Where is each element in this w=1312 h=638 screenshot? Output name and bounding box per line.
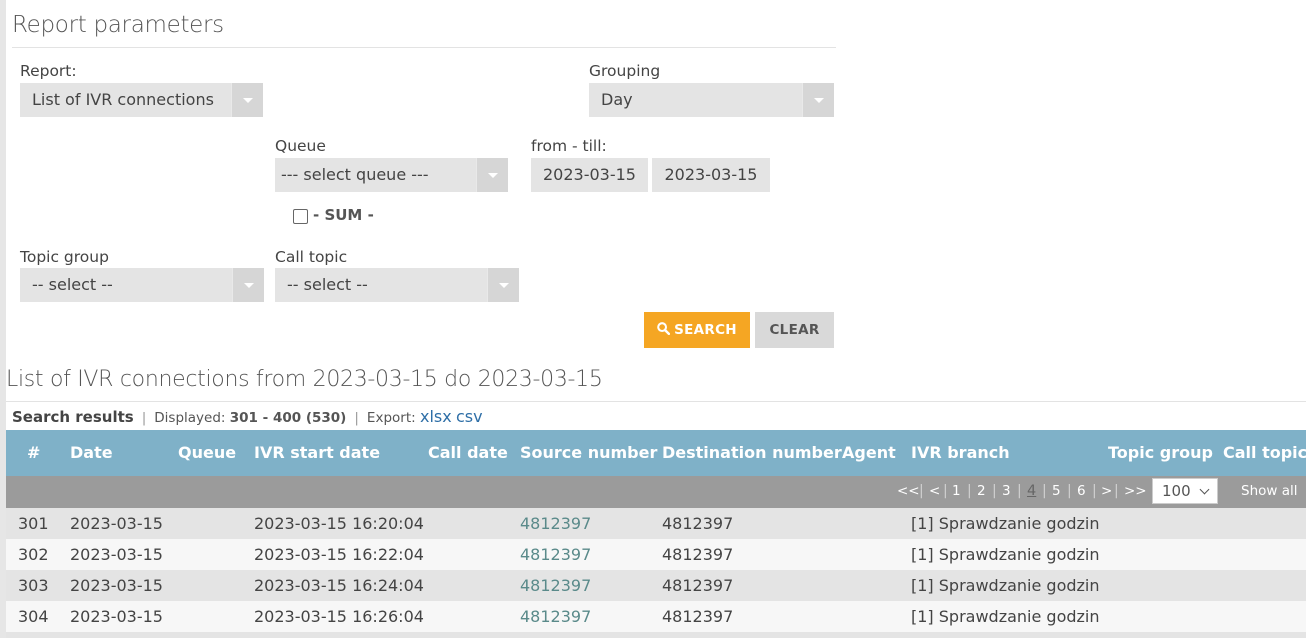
pager-page-5[interactable]: 5: [1052, 476, 1061, 506]
table-row: 301 2023-03-15 2023-03-15 16:20:04 48123…: [6, 508, 1306, 539]
col-topic-group[interactable]: Topic group: [1108, 430, 1213, 476]
results-bar: Search results | Displayed: 301 - 400 (530…: [12, 407, 483, 426]
grouping-select[interactable]: Day: [589, 83, 834, 117]
pagination: << | < | 1 | 2 | 3 | 4 | 5 | 6 | > | >> …: [6, 476, 1306, 508]
pager-first[interactable]: <<: [897, 476, 920, 506]
date-till-input[interactable]: 2023-03-15: [652, 158, 770, 192]
pager-page-4-current[interactable]: 4: [1027, 476, 1036, 506]
col-queue[interactable]: Queue: [178, 430, 236, 476]
pager-next[interactable]: >: [1101, 476, 1112, 506]
col-call-date[interactable]: Call date: [428, 430, 508, 476]
grouping-select-value: Day: [601, 90, 633, 109]
cell-number: 304: [18, 607, 49, 626]
chevron-down-icon: [487, 268, 519, 302]
pager-page-1[interactable]: 1: [952, 476, 961, 506]
cell-ivr-branch: [1] Sprawdzanie godzin: [911, 514, 1100, 533]
col-ivr-start-date[interactable]: IVR start date: [254, 430, 380, 476]
cell-source-number[interactable]: 4812397: [520, 570, 591, 601]
results-divider: [6, 401, 1306, 402]
page-title: Report parameters: [12, 12, 224, 38]
col-destination-number[interactable]: Destination number: [662, 430, 842, 476]
chevron-down-icon: [802, 83, 834, 117]
call-topic-label: Call topic: [275, 248, 348, 266]
pager-page-3[interactable]: 3: [1002, 476, 1011, 506]
pager-last[interactable]: >>: [1124, 476, 1147, 506]
call-topic-select[interactable]: -- select --: [275, 268, 519, 302]
per-page-value: 100: [1162, 482, 1191, 500]
search-results-label: Search results: [12, 408, 134, 426]
topic-group-select-value: -- select --: [32, 275, 113, 294]
cell-date: 2023-03-15: [70, 607, 163, 626]
cell-number: 302: [18, 545, 49, 564]
search-icon: [657, 322, 671, 336]
col-date[interactable]: Date: [70, 430, 113, 476]
table-row-partial: [6, 632, 1306, 638]
chevron-down-icon: [232, 268, 264, 302]
report-select-value: List of IVR connections: [32, 90, 214, 109]
sum-checkbox[interactable]: [293, 209, 308, 224]
cell-destination-number: 4812397: [662, 514, 734, 533]
cell-source-number[interactable]: 4812397: [520, 539, 591, 570]
pager-page-6[interactable]: 6: [1077, 476, 1086, 506]
report-select[interactable]: List of IVR connections: [20, 83, 263, 117]
title-divider: [12, 47, 836, 48]
chevron-down-icon: [1199, 484, 1210, 495]
cell-date: 2023-03-15: [70, 545, 163, 564]
grouping-label: Grouping: [589, 62, 661, 80]
per-page-select[interactable]: 100: [1152, 478, 1218, 504]
export-xlsx-link[interactable]: xlsx: [420, 407, 452, 426]
chevron-down-icon: [231, 83, 263, 117]
col-call-topic[interactable]: Call topic: [1223, 430, 1307, 476]
clear-button[interactable]: CLEAR: [755, 312, 834, 348]
topic-group-select[interactable]: -- select --: [20, 268, 264, 302]
queue-select-value: --- select queue ---: [281, 165, 429, 184]
col-ivr-branch[interactable]: IVR branch: [911, 430, 1010, 476]
from-till-label: from - till:: [531, 137, 607, 155]
col-source-number[interactable]: Source number: [520, 430, 657, 476]
cell-ivr-start-date: 2023-03-15 16:26:04: [254, 607, 424, 626]
displayed-label: Displayed:: [154, 410, 226, 426]
chevron-down-icon: [476, 158, 508, 192]
queue-label: Queue: [275, 137, 326, 155]
cell-date: 2023-03-15: [70, 576, 163, 595]
cell-ivr-branch: [1] Sprawdzanie godzin: [911, 576, 1100, 595]
export-label: Export:: [366, 410, 416, 426]
table-row: 302 2023-03-15 2023-03-15 16:22:04 48123…: [6, 539, 1306, 570]
export-csv-link[interactable]: csv: [456, 407, 483, 426]
cell-destination-number: 4812397: [662, 545, 734, 564]
topic-group-label: Topic group: [20, 248, 109, 266]
cell-ivr-start-date: 2023-03-15 16:22:04: [254, 545, 424, 564]
cell-source-number[interactable]: 4812397: [520, 508, 591, 539]
col-agent[interactable]: Agent: [842, 430, 896, 476]
displayed-value: 301 - 400 (530): [229, 410, 347, 426]
cell-date: 2023-03-15: [70, 514, 163, 533]
date-from-input[interactable]: 2023-03-15: [531, 158, 648, 192]
table-row: 303 2023-03-15 2023-03-15 16:24:04 48123…: [6, 570, 1306, 601]
cell-destination-number: 4812397: [662, 607, 734, 626]
queue-select[interactable]: --- select queue ---: [275, 158, 508, 192]
cell-number: 303: [18, 576, 49, 595]
cell-ivr-start-date: 2023-03-15 16:24:04: [254, 576, 424, 595]
table-header: # Date Queue IVR start date Call date So…: [6, 430, 1307, 476]
cell-ivr-branch: [1] Sprawdzanie godzin: [911, 607, 1100, 626]
report-label: Report:: [20, 62, 77, 80]
show-all-link[interactable]: Show all: [1241, 476, 1298, 506]
list-title: List of IVR connections from 2023-03-15 …: [6, 367, 603, 392]
pager-page-2[interactable]: 2: [977, 476, 986, 506]
cell-number: 301: [18, 514, 49, 533]
sum-label: - SUM -: [313, 206, 374, 224]
cell-ivr-start-date: 2023-03-15 16:20:04: [254, 514, 424, 533]
call-topic-select-value: -- select --: [287, 275, 368, 294]
table-row: 304 2023-03-15 2023-03-15 16:26:04 48123…: [6, 601, 1306, 632]
col-number[interactable]: #: [27, 430, 40, 476]
cell-destination-number: 4812397: [662, 576, 734, 595]
search-button-label: SEARCH: [674, 322, 737, 338]
pager-prev[interactable]: <: [929, 476, 940, 506]
cell-ivr-branch: [1] Sprawdzanie godzin: [911, 545, 1100, 564]
search-button[interactable]: SEARCH: [644, 312, 750, 348]
cell-source-number[interactable]: 4812397: [520, 601, 591, 632]
